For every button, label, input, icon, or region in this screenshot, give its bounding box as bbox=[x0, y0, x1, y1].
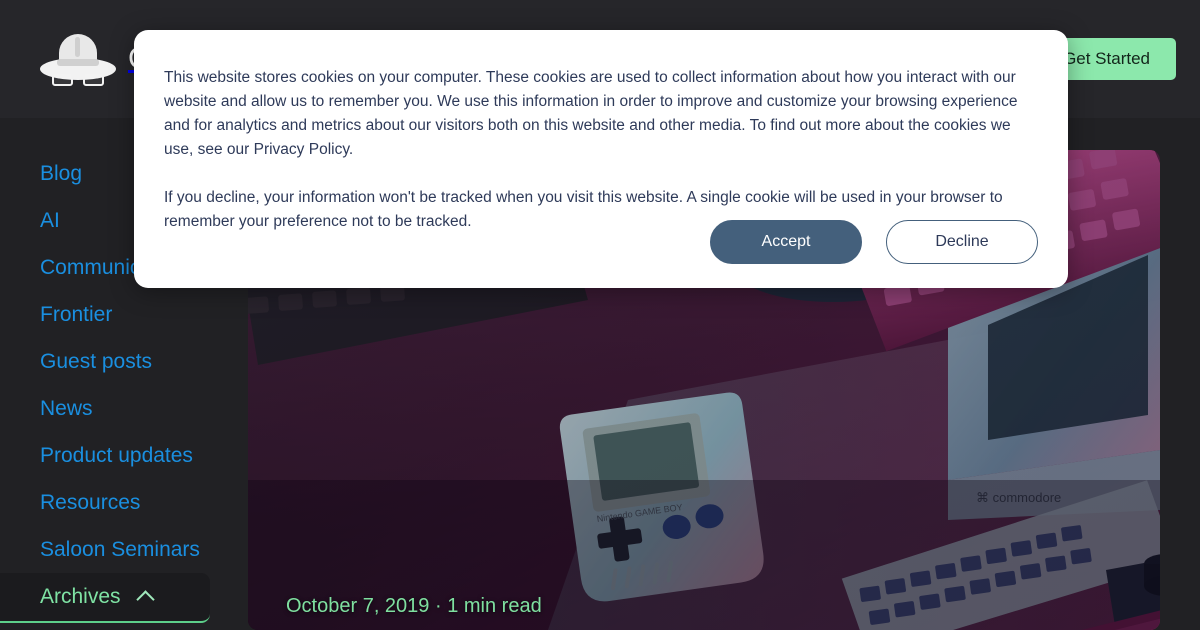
cookie-consent-banner: This website stores cookies on your comp… bbox=[134, 30, 1068, 288]
sidebar-item-label: News bbox=[40, 396, 93, 420]
sidebar-item-label: Resources bbox=[40, 490, 141, 514]
sidebar-item-product-updates[interactable]: Product updates bbox=[0, 432, 210, 479]
sidebar-item-frontier[interactable]: Frontier bbox=[0, 291, 210, 338]
sidebar-item-label: AI bbox=[40, 208, 60, 232]
cookie-actions: Accept Decline bbox=[710, 220, 1038, 264]
sidebar-item-label: Archives bbox=[40, 585, 121, 608]
page-root: CoSchedule Get Started Blog AI Communica… bbox=[0, 0, 1200, 630]
chevron-up-icon bbox=[135, 589, 155, 609]
sidebar-item-saloon-seminars[interactable]: Saloon Seminars bbox=[0, 526, 210, 573]
cookie-paragraph-1: This website stores cookies on your comp… bbox=[164, 69, 1018, 158]
sidebar-item-archives[interactable]: Archives bbox=[0, 573, 210, 623]
sidebar-item-resources[interactable]: Resources bbox=[0, 479, 210, 526]
sidebar-item-label: Saloon Seminars bbox=[40, 537, 200, 561]
decline-cookies-button[interactable]: Decline bbox=[886, 220, 1038, 264]
sidebar-item-guest-posts[interactable]: Guest posts bbox=[0, 338, 210, 385]
sidebar-item-label: Blog bbox=[40, 161, 83, 185]
article-date-readtime: October 7, 2019 · 1 min read bbox=[286, 595, 542, 617]
sidebar-item-label: Product updates bbox=[40, 443, 193, 467]
sidebar-item-label: Guest posts bbox=[40, 349, 153, 373]
accept-cookies-button[interactable]: Accept bbox=[710, 220, 862, 264]
cowboy-hat-glasses-icon bbox=[38, 28, 118, 90]
sidebar-item-label: Frontier bbox=[40, 302, 113, 326]
sidebar-item-news[interactable]: News bbox=[0, 385, 210, 432]
